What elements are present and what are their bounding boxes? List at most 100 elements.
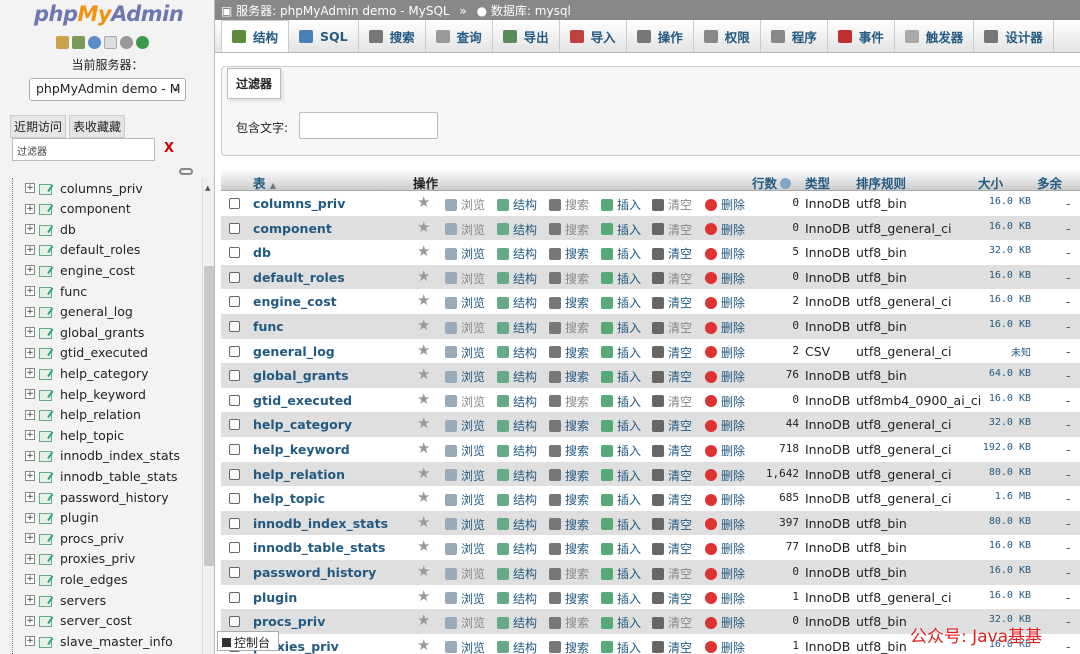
- sidebar-item-servers[interactable]: + servers: [25, 590, 106, 610]
- drop-action[interactable]: 删除: [705, 294, 745, 311]
- insert-action[interactable]: 插入: [601, 270, 641, 287]
- drop-action[interactable]: 删除: [705, 639, 745, 654]
- drop-action[interactable]: 删除: [705, 393, 745, 410]
- structure-action[interactable]: 结构: [497, 344, 537, 361]
- expand-icon[interactable]: +: [25, 389, 35, 399]
- structure-action[interactable]: 结构: [497, 614, 537, 631]
- table-size[interactable]: 16.0 KB: [976, 565, 1031, 576]
- empty-action[interactable]: 清空: [652, 417, 692, 434]
- empty-action[interactable]: 清空: [652, 393, 692, 410]
- table-name-link[interactable]: innodb_table_stats: [253, 540, 385, 555]
- row-checkbox[interactable]: [229, 222, 240, 234]
- search-action[interactable]: 搜索: [549, 491, 589, 508]
- structure-action[interactable]: 结构: [497, 245, 537, 262]
- sidebar-scrollbar[interactable]: ▲: [202, 178, 214, 654]
- table-size[interactable]: 16.0 KB: [976, 540, 1031, 551]
- sidebar-item-innodb-table-stats[interactable]: + innodb_table_stats: [25, 466, 177, 486]
- row-checkbox[interactable]: [229, 493, 240, 505]
- table-name-link[interactable]: help_topic: [253, 491, 325, 506]
- structure-action[interactable]: 结构: [497, 221, 537, 238]
- drop-action[interactable]: 删除: [705, 491, 745, 508]
- table-size[interactable]: 80.0 KB: [976, 467, 1031, 478]
- tab-import[interactable]: 导入: [560, 20, 627, 52]
- tab-triggers[interactable]: 触发器: [895, 20, 975, 52]
- insert-action[interactable]: 插入: [601, 245, 641, 262]
- empty-action[interactable]: 清空: [652, 565, 692, 582]
- header-type[interactable]: 类型: [805, 173, 830, 192]
- sidebar-item-procs-priv[interactable]: + procs_priv: [25, 528, 124, 548]
- search-action[interactable]: 搜索: [549, 196, 589, 213]
- header-overhead[interactable]: 多余: [1037, 173, 1062, 192]
- insert-action[interactable]: 插入: [601, 516, 641, 533]
- drop-action[interactable]: 删除: [705, 245, 745, 262]
- tab-sql[interactable]: SQL: [289, 20, 359, 52]
- sidebar-item-engine-cost[interactable]: + engine_cost: [25, 260, 135, 280]
- search-action[interactable]: 搜索: [549, 639, 589, 654]
- row-checkbox[interactable]: [229, 394, 240, 406]
- reload-icon[interactable]: [136, 36, 149, 49]
- browse-action[interactable]: 浏览: [445, 196, 485, 213]
- table-name-link[interactable]: password_history: [253, 565, 376, 580]
- search-action[interactable]: 搜索: [549, 540, 589, 557]
- search-action[interactable]: 搜索: [549, 344, 589, 361]
- expand-icon[interactable]: +: [25, 615, 35, 626]
- favorite-star-icon[interactable]: ★: [417, 316, 430, 334]
- search-action[interactable]: 搜索: [549, 245, 589, 262]
- row-checkbox[interactable]: [229, 419, 240, 431]
- clear-filter-button[interactable]: X: [164, 141, 174, 156]
- insert-action[interactable]: 插入: [601, 368, 641, 385]
- favorite-star-icon[interactable]: ★: [417, 537, 430, 555]
- expand-icon[interactable]: +: [25, 574, 35, 585]
- table-name-link[interactable]: plugin: [253, 590, 297, 605]
- table-size[interactable]: 192.0 KB: [976, 442, 1031, 453]
- scrollbar-thumb[interactable]: [204, 266, 214, 566]
- empty-action[interactable]: 清空: [652, 294, 692, 311]
- docs-icon[interactable]: [104, 36, 117, 49]
- expand-icon[interactable]: +: [25, 450, 35, 461]
- favorite-star-icon[interactable]: ★: [417, 267, 430, 285]
- insert-action[interactable]: 插入: [601, 196, 641, 213]
- tab-search[interactable]: 搜索: [359, 20, 426, 52]
- sidebar-item-help-keyword[interactable]: + help_keyword: [25, 384, 146, 404]
- scroll-up-icon[interactable]: ▲: [205, 184, 210, 192]
- table-size[interactable]: 16.0 KB: [976, 590, 1031, 601]
- structure-action[interactable]: 结构: [497, 270, 537, 287]
- structure-action[interactable]: 结构: [497, 467, 537, 484]
- expand-icon[interactable]: +: [25, 430, 35, 441]
- empty-action[interactable]: 清空: [652, 639, 692, 654]
- table-name-link[interactable]: innodb_index_stats: [253, 516, 388, 531]
- sidebar-item-help-topic[interactable]: + help_topic: [25, 425, 124, 445]
- insert-action[interactable]: 插入: [601, 393, 641, 410]
- row-checkbox[interactable]: [229, 370, 240, 382]
- browse-action[interactable]: 浏览: [445, 516, 485, 533]
- structure-action[interactable]: 结构: [497, 639, 537, 654]
- recent-tab[interactable]: 近期访问: [10, 115, 67, 138]
- insert-action[interactable]: 插入: [601, 344, 641, 361]
- drop-action[interactable]: 删除: [705, 221, 745, 238]
- search-action[interactable]: 搜索: [549, 393, 589, 410]
- settings-icon[interactable]: [120, 36, 133, 49]
- drop-action[interactable]: 删除: [705, 442, 745, 459]
- drop-action[interactable]: 删除: [705, 319, 745, 336]
- search-action[interactable]: 搜索: [549, 319, 589, 336]
- favorite-star-icon[interactable]: ★: [417, 488, 430, 506]
- empty-action[interactable]: 清空: [652, 540, 692, 557]
- drop-action[interactable]: 删除: [705, 516, 745, 533]
- expand-icon[interactable]: +: [25, 347, 35, 358]
- browse-action[interactable]: 浏览: [445, 467, 485, 484]
- breadcrumb-database[interactable]: mysql: [535, 4, 571, 18]
- structure-action[interactable]: 结构: [497, 491, 537, 508]
- sidebar-item-component[interactable]: + component: [25, 199, 131, 219]
- drop-action[interactable]: 删除: [705, 565, 745, 582]
- favorite-star-icon[interactable]: ★: [417, 414, 430, 432]
- structure-action[interactable]: 结构: [497, 393, 537, 410]
- tab-export[interactable]: 导出: [493, 20, 560, 52]
- drop-action[interactable]: 删除: [705, 590, 745, 607]
- table-name-link[interactable]: db: [253, 245, 271, 260]
- sidebar-item-server-cost[interactable]: + server_cost: [25, 611, 132, 631]
- home-icon[interactable]: [56, 36, 69, 49]
- search-action[interactable]: 搜索: [549, 565, 589, 582]
- insert-action[interactable]: 插入: [601, 221, 641, 238]
- search-action[interactable]: 搜索: [549, 221, 589, 238]
- drop-action[interactable]: 删除: [705, 270, 745, 287]
